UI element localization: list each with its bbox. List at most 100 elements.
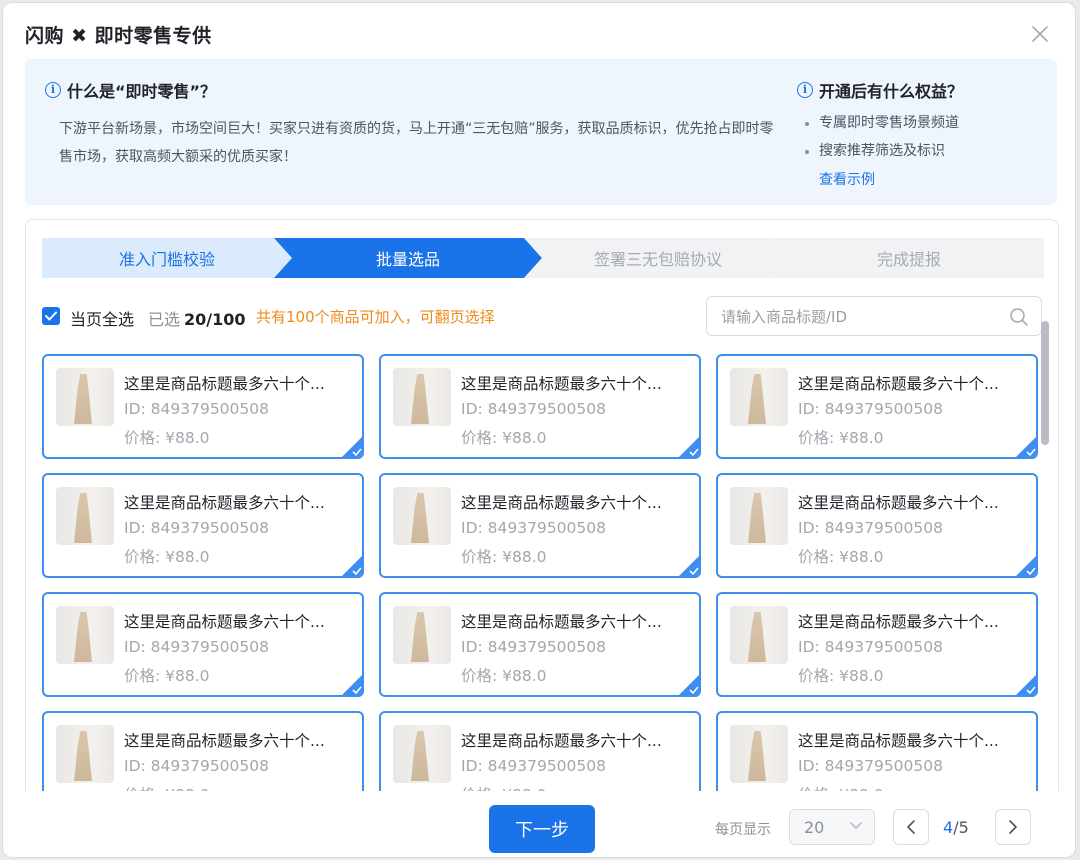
view-example-link[interactable]: 查看示例 [819, 167, 875, 193]
next-step-button[interactable]: 下一步 [489, 805, 595, 853]
product-image [56, 487, 114, 545]
search-icon[interactable] [1009, 307, 1029, 327]
product-title: 这里是商品标题最多六十个... [124, 613, 325, 631]
product-price: 价格: ¥88.0 [124, 667, 210, 685]
product-id: ID: 849379500508 [124, 519, 269, 537]
modal-footer: 下一步 每页显示 20 4/5 [25, 791, 1059, 857]
product-price: 价格: ¥88.0 [124, 548, 210, 566]
selection-panel: 准入门槛校验 批量选品 签署三无包赔协议 完成提报 当页全选 已选 20/100 … [25, 219, 1059, 857]
info-benefits-heading: 开通后有什么权益？ [819, 82, 964, 101]
product-image [730, 606, 788, 664]
benefit-list: 专属即时零售场景频道 搜索推荐筛选及标识 [803, 109, 1047, 165]
product-id: ID: 849379500508 [124, 638, 269, 656]
product-image [56, 606, 114, 664]
product-image [730, 487, 788, 545]
step-batch-select: 批量选品 [274, 238, 542, 278]
selected-check-icon [1015, 674, 1036, 695]
info-what-section: i 什么是“即时零售”？ 下游平台新场景，市场空间巨大！买家只进有资质的货，马上… [45, 79, 775, 171]
step-access-check: 准入门槛校验 [42, 238, 292, 278]
select-all-label[interactable]: 当页全选 [70, 306, 134, 330]
product-card[interactable]: 这里是商品标题最多六十个... ID: 849379500508 价格: ¥88… [42, 473, 364, 578]
product-card[interactable]: 这里是商品标题最多六十个... ID: 849379500508 价格: ¥88… [379, 354, 701, 459]
product-price: 价格: ¥88.0 [798, 548, 884, 566]
page-size-value: 20 [804, 818, 825, 837]
product-price: 价格: ¥88.0 [461, 548, 547, 566]
product-id: ID: 849379500508 [798, 757, 943, 775]
flash-sale-modal: 闪购 ✖ 即时零售专供 i 什么是“即时零售”？ 下游平台新场景，市场空间巨大！… [2, 2, 1076, 858]
product-card[interactable]: 这里是商品标题最多六十个... ID: 849379500508 价格: ¥88… [42, 592, 364, 697]
product-title: 这里是商品标题最多六十个... [461, 494, 662, 512]
product-title: 这里是商品标题最多六十个... [798, 732, 999, 750]
product-title: 这里是商品标题最多六十个... [461, 375, 662, 393]
product-title: 这里是商品标题最多六十个... [798, 494, 999, 512]
product-image [730, 725, 788, 783]
product-id: ID: 849379500508 [798, 400, 943, 418]
product-id: ID: 849379500508 [124, 400, 269, 418]
selected-check-icon [678, 555, 699, 576]
info-what-description: 下游平台新场景，市场空间巨大！买家只进有资质的货，马上开通“三无包赔”服务，获取… [59, 121, 774, 165]
page-hint: 共有100个商品可加入，可翻页选择 [256, 308, 495, 326]
close-button[interactable] [1025, 19, 1055, 49]
product-title: 这里是商品标题最多六十个... [124, 375, 325, 393]
selected-count: 已选 20/100 [148, 310, 246, 329]
product-id: ID: 849379500508 [461, 757, 606, 775]
benefit-item: 专属即时零售场景频道 [803, 109, 1047, 137]
product-id: ID: 849379500508 [461, 638, 606, 656]
product-card[interactable]: 这里是商品标题最多六十个... ID: 849379500508 价格: ¥88… [42, 354, 364, 459]
selected-check-icon [341, 674, 362, 695]
info-panel: i 什么是“即时零售”？ 下游平台新场景，市场空间巨大！买家只进有资质的货，马上… [25, 59, 1057, 205]
product-id: ID: 849379500508 [124, 757, 269, 775]
product-title: 这里是商品标题最多六十个... [798, 613, 999, 631]
info-icon: i [45, 82, 61, 98]
selected-check-icon [1015, 436, 1036, 457]
chevron-down-icon [850, 822, 862, 830]
step-progress: 准入门槛校验 批量选品 签署三无包赔协议 完成提报 [42, 238, 1044, 278]
product-card[interactable]: 这里是商品标题最多六十个... ID: 849379500508 价格: ¥88… [716, 473, 1038, 578]
selected-check-icon [341, 555, 362, 576]
page-size-select[interactable]: 20 [789, 809, 875, 845]
product-title: 这里是商品标题最多六十个... [461, 732, 662, 750]
product-price: 价格: ¥88.0 [461, 667, 547, 685]
info-benefits-section: i 开通后有什么权益？ 专属即时零售场景频道 搜索推荐筛选及标识 查看示例 [797, 79, 1047, 193]
product-price: 价格: ¥88.0 [798, 667, 884, 685]
step-sign-agreement: 签署三无包赔协议 [524, 238, 792, 278]
product-card[interactable]: 这里是商品标题最多六十个... ID: 849379500508 价格: ¥88… [42, 711, 364, 792]
total-pages: /5 [953, 818, 969, 837]
info-icon: i [797, 82, 813, 98]
current-page: 4 [943, 818, 954, 837]
product-image [393, 725, 451, 783]
product-image [393, 487, 451, 545]
product-card[interactable]: 这里是商品标题最多六十个... ID: 849379500508 价格: ¥88… [379, 711, 701, 792]
step-complete-submit: 完成提报 [774, 238, 1044, 278]
close-icon [1032, 26, 1048, 42]
search-input[interactable] [721, 306, 991, 328]
product-search[interactable] [706, 296, 1042, 336]
product-id: ID: 849379500508 [798, 519, 943, 537]
selected-check-icon [678, 436, 699, 457]
product-id: ID: 849379500508 [798, 638, 943, 656]
product-card[interactable]: 这里是商品标题最多六十个... ID: 849379500508 价格: ¥88… [716, 711, 1038, 792]
grid-scrollbar[interactable] [1041, 321, 1049, 445]
product-card[interactable]: 这里是商品标题最多六十个... ID: 849379500508 价格: ¥88… [716, 592, 1038, 697]
benefit-item: 搜索推荐筛选及标识 [803, 137, 1047, 165]
product-title: 这里是商品标题最多六十个... [124, 494, 325, 512]
chevron-right-icon [1009, 820, 1017, 834]
prev-page-button[interactable] [893, 809, 929, 845]
product-image [730, 368, 788, 426]
select-all-checkbox[interactable] [42, 307, 60, 325]
product-price: 价格: ¥88.0 [124, 429, 210, 447]
selected-count-value: 20/100 [184, 310, 246, 329]
product-title: 这里是商品标题最多六十个... [124, 732, 325, 750]
product-card[interactable]: 这里是商品标题最多六十个... ID: 849379500508 价格: ¥88… [379, 592, 701, 697]
product-image [393, 368, 451, 426]
product-title: 这里是商品标题最多六十个... [798, 375, 999, 393]
page-indicator: 4/5 [943, 818, 969, 837]
selected-check-icon [1015, 555, 1036, 576]
next-page-button[interactable] [995, 809, 1031, 845]
product-card[interactable]: 这里是商品标题最多六十个... ID: 849379500508 价格: ¥88… [716, 354, 1038, 459]
product-id: ID: 849379500508 [461, 519, 606, 537]
product-card[interactable]: 这里是商品标题最多六十个... ID: 849379500508 价格: ¥88… [379, 473, 701, 578]
product-image [56, 725, 114, 783]
product-price: 价格: ¥88.0 [461, 429, 547, 447]
product-price: 价格: ¥88.0 [798, 429, 884, 447]
